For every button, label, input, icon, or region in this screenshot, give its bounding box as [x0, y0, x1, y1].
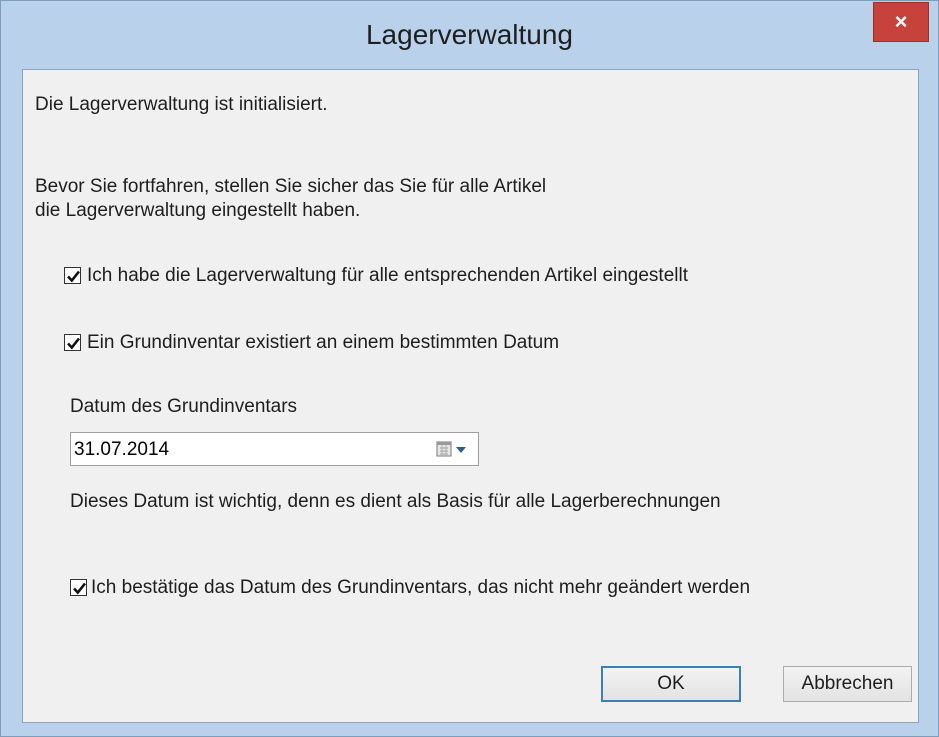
- checkmark-icon: [73, 582, 87, 594]
- date-field-label: Datum des Grundinventars: [70, 396, 298, 417]
- dialog-content: Die Lagerverwaltung ist initialisiert. B…: [22, 69, 919, 723]
- checkmark-icon: [67, 270, 81, 282]
- checkbox-base-inventory-exists[interactable]: Ein Grundinventar existiert an einem bes…: [64, 330, 559, 354]
- title-bar[interactable]: Lagerverwaltung ×: [1, 1, 938, 69]
- checkbox-confirm-date[interactable]: Ich bestätige das Datum des Grundinventa…: [70, 575, 750, 599]
- checkmark-icon: [67, 337, 81, 349]
- dialog-window: Lagerverwaltung × Die Lagerverwaltung is…: [0, 0, 939, 737]
- checkbox-base-inventory-exists-label[interactable]: Ein Grundinventar existiert an einem bes…: [87, 331, 559, 354]
- checkbox-base-inventory-exists-box[interactable]: [64, 333, 81, 351]
- window-title: Lagerverwaltung: [365, 19, 574, 50]
- warning-text-line-2: die Lagerverwaltung eingestellt haben.: [35, 200, 361, 221]
- checkbox-articles-configured-label[interactable]: Ich habe die Lagerverwaltung für alle en…: [87, 264, 688, 287]
- checkbox-confirm-date-box[interactable]: [70, 578, 87, 596]
- close-button[interactable]: ×: [873, 2, 929, 42]
- ok-button[interactable]: OK: [601, 666, 741, 702]
- checkbox-articles-configured[interactable]: Ich habe die Lagerverwaltung für alle en…: [64, 263, 688, 287]
- close-icon: ×: [894, 9, 908, 34]
- warning-text-line-1: Bevor Sie fortfahren, stellen Sie sicher…: [35, 176, 547, 197]
- checkbox-confirm-date-label[interactable]: Ich bestätige das Datum des Grundinventa…: [91, 576, 750, 599]
- calendar-dropdown-icon[interactable]: [436, 440, 472, 460]
- base-inventory-date-picker[interactable]: 31.07.2014: [70, 432, 479, 466]
- date-hint-text: Dieses Datum ist wichtig, denn es dient …: [70, 491, 721, 512]
- cancel-button[interactable]: Abbrechen: [783, 666, 912, 702]
- date-input-value[interactable]: 31.07.2014: [74, 438, 169, 461]
- checkbox-articles-configured-box[interactable]: [64, 266, 81, 284]
- intro-text: Die Lagerverwaltung ist initialisiert.: [35, 94, 328, 115]
